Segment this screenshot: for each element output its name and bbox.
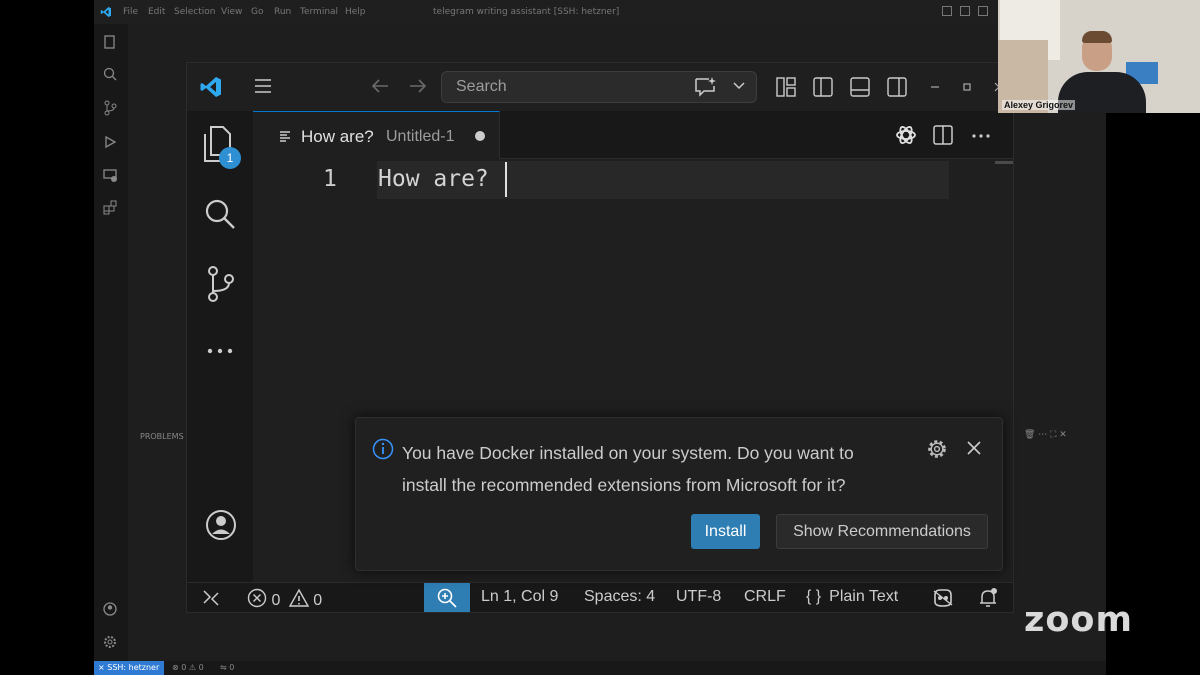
bg-menu-view[interactable]: View	[221, 7, 242, 17]
vscode-logo-icon	[100, 7, 111, 17]
bg-menu-selection[interactable]: Selection	[174, 7, 215, 17]
maximize-icon[interactable]	[961, 81, 973, 93]
chat-icon[interactable]	[693, 75, 717, 99]
customize-layout-icon[interactable]	[775, 76, 797, 98]
close-notification-icon[interactable]	[966, 440, 982, 456]
forward-arrow-icon[interactable]	[408, 77, 428, 95]
error-count: 0	[271, 592, 281, 609]
error-icon	[247, 588, 267, 608]
remote-label: SSH: hetzner	[107, 663, 160, 672]
background-status-bar: ⨯ SSH: hetzner ⊗ 0 ⚠ 0 ⇋ 0	[94, 661, 1106, 675]
status-bar: 0 0 Ln 1, Col 9 Spaces: 4 UTF-8 CRLF { }…	[187, 582, 1013, 612]
participant-video: Alexey Grigorev	[998, 0, 1200, 113]
toggle-secondary-sidebar-icon[interactable]	[886, 76, 908, 98]
cursor-position[interactable]: Ln 1, Col 9	[481, 588, 558, 606]
toggle-primary-sidebar-icon[interactable]	[812, 76, 834, 98]
indentation-status[interactable]: Spaces: 4	[584, 588, 655, 606]
bg-window-title: telegram writing assistant [SSH: hetzner…	[433, 7, 620, 17]
bg-layout-icon[interactable]	[960, 6, 970, 16]
eol-status[interactable]: CRLF	[744, 588, 786, 606]
more-actions-icon[interactable]	[972, 133, 990, 139]
explorer-badge: 1	[219, 147, 241, 169]
language-mode-label: Plain Text	[829, 588, 899, 605]
bg-menu-edit[interactable]: Edit	[148, 7, 165, 17]
notification-toast: You have Docker installed on your system…	[355, 417, 1003, 571]
account-icon[interactable]	[102, 601, 118, 617]
bg-warning-count: 0	[198, 663, 204, 672]
files-icon[interactable]	[102, 34, 118, 50]
bg-menu-terminal[interactable]: Terminal	[300, 7, 338, 17]
encoding-status[interactable]: UTF-8	[676, 588, 721, 606]
menu-hamburger-icon[interactable]	[253, 77, 273, 95]
minimize-icon[interactable]	[929, 81, 941, 93]
notification-settings-gear-icon[interactable]	[926, 438, 948, 460]
bg-ports-status[interactable]: ⇋ 0	[220, 663, 234, 672]
install-button[interactable]: Install	[691, 514, 760, 549]
split-editor-icon[interactable]	[932, 124, 954, 146]
line-number: 1	[323, 166, 337, 192]
info-icon	[372, 438, 394, 460]
bg-layout-icon[interactable]	[978, 6, 988, 16]
zoom-logo: zoom	[1024, 600, 1133, 640]
search-icon[interactable]	[102, 66, 118, 82]
bg-menu-go[interactable]: Go	[251, 7, 263, 17]
language-mode-status[interactable]: { } Plain Text	[806, 588, 898, 606]
tab-bar-actions	[500, 111, 1013, 159]
bg-menu-help[interactable]: Help	[345, 7, 366, 17]
bg-panel-controls: 🗑 ⋯ ⛶ ✕	[1024, 430, 1067, 440]
source-control-icon[interactable]	[102, 100, 118, 116]
copilot-icon[interactable]	[931, 587, 955, 609]
remote-indicator-icon[interactable]	[201, 589, 221, 607]
background-activity-bar	[94, 24, 128, 661]
explorer-badge-count: 1	[226, 151, 234, 165]
bg-problems-status[interactable]: ⊗ 0 ⚠ 0	[172, 663, 204, 672]
scrollbar[interactable]	[995, 161, 1013, 164]
background-titlebar: File Edit Selection View Go Run Terminal…	[94, 0, 1106, 24]
account-icon[interactable]	[205, 509, 237, 541]
tab-description: Untitled-1	[386, 128, 455, 145]
text-cursor	[505, 162, 507, 197]
source-control-icon[interactable]	[205, 265, 235, 303]
problems-status[interactable]: 0 0	[247, 588, 322, 610]
text-file-icon	[280, 131, 290, 142]
activity-bar: 1	[187, 111, 254, 608]
titlebar: Search	[187, 63, 1013, 111]
show-recommendations-button[interactable]: Show Recommendations	[776, 514, 988, 549]
bg-menu-run[interactable]: Run	[274, 7, 291, 17]
bg-ports-count: 0	[229, 663, 235, 672]
toggle-panel-icon[interactable]	[849, 76, 871, 98]
explorer-activity-item[interactable]: 1	[201, 125, 241, 169]
extensions-icon[interactable]	[102, 200, 118, 216]
zoom-in-icon	[437, 588, 457, 608]
chatgpt-icon[interactable]	[894, 123, 918, 147]
manage-gear-icon[interactable]	[102, 634, 118, 650]
warning-icon	[288, 588, 310, 607]
run-debug-icon[interactable]	[102, 134, 118, 150]
remote-explorer-icon[interactable]	[102, 167, 118, 183]
chevron-down-icon[interactable]	[732, 81, 746, 91]
zoom-magnifier-status[interactable]	[424, 583, 470, 612]
bg-layout-icon[interactable]	[942, 6, 952, 16]
bg-error-count: 0	[181, 663, 187, 672]
unsaved-dot-icon[interactable]	[475, 131, 485, 141]
notification-message: You have Docker installed on your system…	[402, 443, 854, 495]
warning-count: 0	[313, 592, 323, 609]
participant-hair	[1082, 31, 1112, 43]
participant-name: Alexey Grigorev	[1002, 100, 1076, 110]
vscode-logo-icon	[200, 77, 221, 97]
braces-icon: { }	[806, 588, 822, 605]
tab-label: How are?	[301, 127, 374, 146]
remote-indicator[interactable]: ⨯ SSH: hetzner	[94, 661, 164, 675]
code-line[interactable]: How are?	[378, 166, 489, 192]
notifications-bell-icon[interactable]	[977, 587, 999, 609]
bg-menu-file[interactable]: File	[123, 7, 138, 17]
editor-tab[interactable]: How are? Untitled-1	[253, 111, 500, 159]
search-placeholder: Search	[456, 78, 507, 95]
more-views-icon[interactable]	[207, 347, 233, 355]
bg-panel-problems-tab[interactable]: PROBLEMS	[140, 432, 184, 441]
back-arrow-icon[interactable]	[370, 77, 390, 95]
search-icon[interactable]	[203, 197, 237, 231]
